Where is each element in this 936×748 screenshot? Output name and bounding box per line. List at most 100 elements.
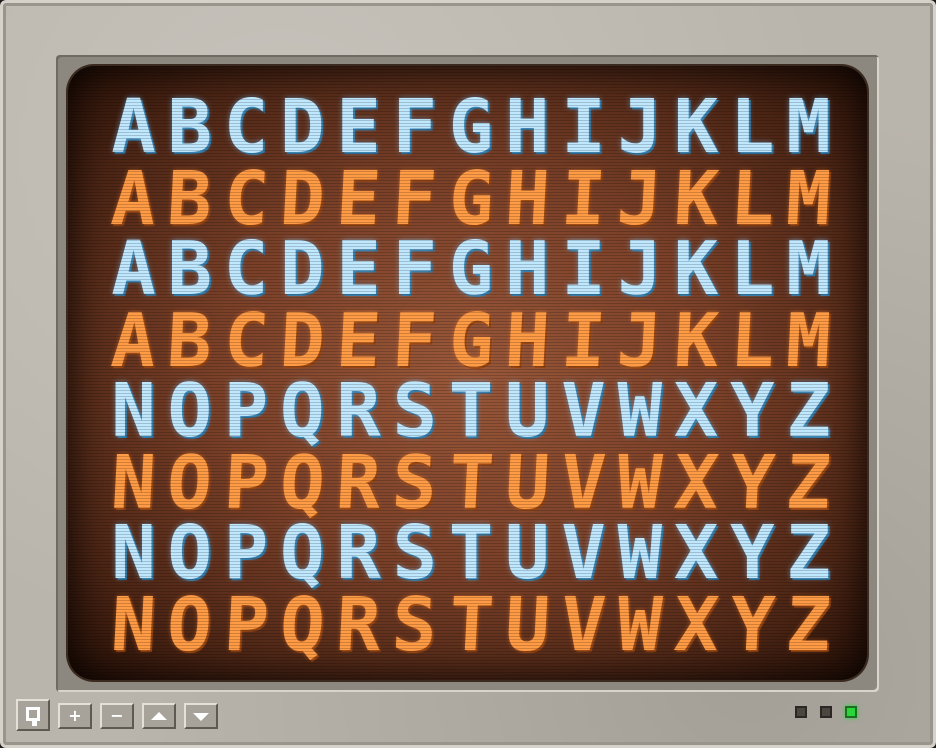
glyph-orange-u: U [502, 440, 552, 526]
glyph-blue-b: B [167, 84, 213, 170]
glyph-blue-a: A [111, 84, 156, 170]
glyph-blue-i: I [561, 84, 606, 170]
glyph-blue-t: T [448, 510, 494, 596]
glyph-orange-x: X [671, 582, 721, 668]
glyph-orange-s: S [390, 582, 440, 668]
glyph-blue-o: O [167, 510, 213, 596]
glyph-orange-z: Z [783, 440, 834, 526]
glyph-orange-y: Y [727, 582, 777, 668]
glyph-orange-p: P [221, 440, 271, 526]
glyph-blue-c: C [223, 226, 269, 312]
glyph-row-1: ABCDEFGHIJKLM [106, 84, 836, 170]
glyph-row-2: ABCDEFGHIJKLM [106, 156, 836, 242]
glyph-blue-d: D [279, 84, 325, 170]
glyph-blue-y: Y [729, 510, 775, 596]
glyph-orange-a: A [108, 298, 159, 384]
monitor-button[interactable] [16, 699, 50, 731]
glyph-row-3: ABCDEFGHIJKLM [106, 226, 836, 312]
glyph-orange-f: F [390, 298, 440, 384]
glyph-blue-x: X [673, 510, 719, 596]
glyph-blue-g: G [448, 84, 494, 170]
zoom-in-button[interactable]: + [58, 703, 92, 729]
glyph-row-7: NOPQRSTUVWXYZ [106, 510, 836, 596]
glyph-grid: ABCDEFGHIJKLMABCDEFGHIJKLMABCDEFGHIJKLMA… [68, 66, 867, 680]
glyph-orange-g: G [446, 156, 496, 242]
glyph-blue-z: Z [786, 510, 831, 596]
glyph-orange-l: L [727, 156, 777, 242]
control-bar: + − [16, 699, 218, 733]
glyph-orange-z: Z [783, 582, 834, 668]
glyph-blue-h: H [504, 226, 550, 312]
glyph-orange-j: J [615, 156, 665, 242]
glyph-orange-d: D [277, 156, 327, 242]
glyph-orange-c: C [221, 156, 271, 242]
glyph-blue-m: M [786, 226, 831, 312]
glyph-orange-j: J [615, 298, 665, 384]
glyph-orange-v: V [558, 582, 609, 668]
glyph-blue-n: N [111, 510, 156, 596]
crt-screen: ABCDEFGHIJKLMABCDEFGHIJKLMABCDEFGHIJKLMA… [68, 66, 867, 680]
glyph-blue-f: F [392, 84, 438, 170]
glyph-blue-l: L [729, 84, 775, 170]
glyph-orange-g: G [446, 298, 496, 384]
glyph-blue-a: A [111, 226, 156, 312]
glyph-orange-v: V [558, 440, 609, 526]
glyph-orange-h: H [502, 156, 552, 242]
glyph-orange-k: K [671, 156, 721, 242]
monitor-frame: ABCDEFGHIJKLMABCDEFGHIJKLMABCDEFGHIJKLMA… [0, 0, 936, 748]
glyph-orange-w: W [615, 440, 665, 526]
status-leds [795, 706, 857, 718]
glyph-orange-h: H [502, 298, 552, 384]
glyph-orange-q: Q [277, 582, 327, 668]
glyph-blue-r: R [336, 368, 381, 454]
monitor-icon [26, 707, 40, 726]
glyph-orange-l: L [727, 298, 777, 384]
glyph-blue-b: B [167, 226, 213, 312]
glyph-blue-u: U [504, 510, 550, 596]
glyph-blue-w: W [617, 510, 663, 596]
glyph-blue-p: P [223, 368, 269, 454]
glyph-orange-x: X [671, 440, 721, 526]
glyph-row-5: NOPQRSTUVWXYZ [106, 368, 836, 454]
scroll-up-button[interactable] [142, 703, 176, 729]
glyph-blue-c: C [223, 84, 269, 170]
glyph-orange-p: P [221, 582, 271, 668]
glyph-blue-q: Q [279, 510, 325, 596]
glyph-blue-d: D [279, 226, 325, 312]
glyph-orange-m: M [783, 156, 834, 242]
glyph-blue-e: E [336, 226, 381, 312]
glyph-blue-o: O [167, 368, 213, 454]
glyph-blue-k: K [673, 84, 719, 170]
glyph-orange-q: Q [277, 440, 327, 526]
glyph-orange-b: B [165, 156, 215, 242]
glyph-blue-w: W [617, 368, 663, 454]
glyph-orange-d: D [277, 298, 327, 384]
glyph-blue-x: X [673, 368, 719, 454]
led-2-indicator [820, 706, 832, 718]
scroll-down-button[interactable] [184, 703, 218, 729]
glyph-blue-q: Q [279, 368, 325, 454]
glyph-blue-t: T [448, 368, 494, 454]
glyph-blue-n: N [111, 368, 156, 454]
glyph-orange-m: M [783, 298, 834, 384]
glyph-orange-k: K [671, 298, 721, 384]
zoom-out-button[interactable]: − [100, 703, 134, 729]
glyph-orange-c: C [221, 298, 271, 384]
glyph-orange-e: E [333, 156, 384, 242]
glyph-row-4: ABCDEFGHIJKLM [106, 298, 836, 384]
plus-icon: + [68, 706, 82, 725]
glyph-blue-v: V [561, 510, 606, 596]
glyph-blue-i: I [561, 226, 606, 312]
glyph-blue-h: H [504, 84, 550, 170]
glyph-orange-u: U [502, 582, 552, 668]
led-3-indicator [845, 706, 857, 718]
glyph-blue-j: J [617, 84, 663, 170]
glyph-orange-t: T [446, 582, 496, 668]
glyph-orange-o: O [165, 582, 215, 668]
glyph-orange-b: B [165, 298, 215, 384]
glyph-orange-r: R [333, 582, 384, 668]
glyph-orange-r: R [333, 440, 384, 526]
glyph-blue-e: E [336, 84, 381, 170]
glyph-blue-l: L [729, 226, 775, 312]
glyph-blue-j: J [617, 226, 663, 312]
